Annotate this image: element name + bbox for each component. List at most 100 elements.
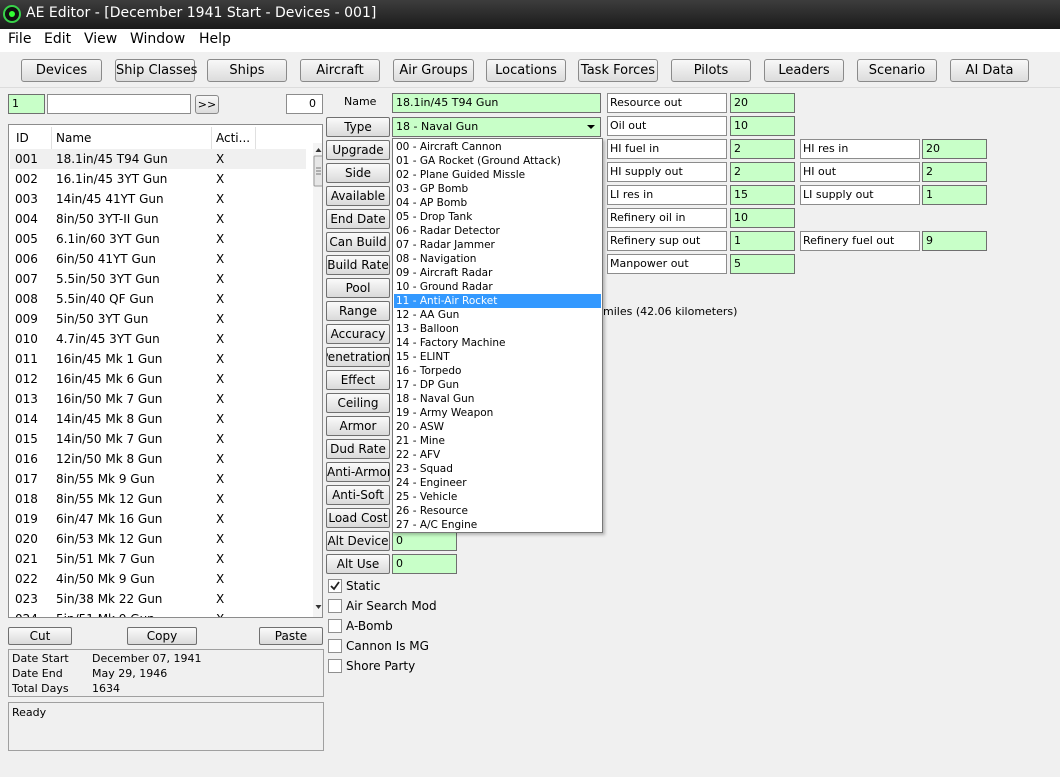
table-row[interactable]: 020 6in/53 Mk 12 Gun X bbox=[10, 529, 306, 549]
side-button[interactable]: Side bbox=[326, 163, 390, 183]
anti-armor-button[interactable]: Anti-Armor bbox=[326, 462, 390, 482]
load-cost-button[interactable]: Load Cost bbox=[326, 508, 390, 528]
ships-button[interactable]: Ships bbox=[207, 59, 287, 82]
air-groups-button[interactable]: Air Groups bbox=[393, 59, 474, 82]
alt-use-button[interactable]: Alt Use bbox=[326, 554, 390, 574]
li-res-in-field[interactable]: 15 bbox=[730, 185, 795, 205]
device-name-field[interactable]: 18.1in/45 T94 Gun bbox=[392, 93, 601, 113]
li-supply-out-field[interactable]: 1 bbox=[922, 185, 987, 205]
dropdown-option[interactable]: 19 - Army Weapon bbox=[394, 406, 601, 420]
resource-out-field[interactable]: 20 bbox=[730, 93, 795, 113]
device-list[interactable]: ID Name Acti... 001 18.1in/45 T94 Gun X 002… bbox=[8, 124, 323, 618]
menu-file[interactable]: File bbox=[8, 31, 31, 47]
penetration-button[interactable]: Penetration bbox=[326, 347, 390, 367]
dropdown-option[interactable]: 14 - Factory Machine bbox=[394, 336, 601, 350]
dropdown-option[interactable]: 01 - GA Rocket (Ground Attack) bbox=[394, 154, 601, 168]
cannon-is-mg-label[interactable]: Cannon Is MG bbox=[346, 639, 429, 653]
dropdown-option[interactable]: 20 - ASW bbox=[394, 420, 601, 434]
type-dropdown-list[interactable]: 00 - Aircraft Cannon 01 - GA Rocket (Grou… bbox=[392, 138, 603, 533]
table-row[interactable]: 013 16in/50 Mk 7 Gun X bbox=[10, 389, 306, 409]
pool-button[interactable]: Pool bbox=[326, 278, 390, 298]
table-row[interactable]: 017 8in/55 Mk 9 Gun X bbox=[10, 469, 306, 489]
task-forces-button[interactable]: Task Forces bbox=[578, 59, 658, 82]
devices-button[interactable]: Devices bbox=[21, 59, 102, 82]
upgrade-button[interactable]: Upgrade bbox=[326, 140, 390, 160]
alt-device-field[interactable]: 0 bbox=[392, 531, 457, 551]
ai-data-button[interactable]: AI Data bbox=[950, 59, 1029, 82]
table-row[interactable]: 024 5in/51 Mk 9 Gun X bbox=[10, 609, 306, 617]
dropdown-option[interactable]: 08 - Navigation bbox=[394, 252, 601, 266]
table-row[interactable]: 023 5in/38 Mk 22 Gun X bbox=[10, 589, 306, 609]
table-row[interactable]: 004 8in/50 3YT-II Gun X bbox=[10, 209, 306, 229]
effect-button[interactable]: Effect bbox=[326, 370, 390, 390]
column-header-active[interactable]: Acti... bbox=[212, 127, 256, 149]
dud-rate-button[interactable]: Dud Rate bbox=[326, 439, 390, 459]
shore-party-checkbox[interactable] bbox=[328, 659, 342, 673]
cannon-is-mg-checkbox[interactable] bbox=[328, 639, 342, 653]
dropdown-option[interactable]: 04 - AP Bomb bbox=[394, 196, 601, 210]
type-button[interactable]: Type bbox=[326, 117, 390, 137]
dropdown-option[interactable]: 11 - Anti-Air Rocket bbox=[394, 294, 601, 308]
dropdown-option[interactable]: 26 - Resource bbox=[394, 504, 601, 518]
search-go-button[interactable]: >> bbox=[195, 95, 219, 114]
dropdown-option[interactable]: 10 - Ground Radar bbox=[394, 280, 601, 294]
paste-button[interactable]: Paste bbox=[259, 627, 323, 645]
table-row[interactable]: 018 8in/55 Mk 12 Gun X bbox=[10, 489, 306, 509]
dropdown-option[interactable]: 21 - Mine bbox=[394, 434, 601, 448]
dropdown-option[interactable]: 13 - Balloon bbox=[394, 322, 601, 336]
column-header-name[interactable]: Name bbox=[52, 127, 212, 149]
table-row[interactable]: 010 4.7in/45 3YT Gun X bbox=[10, 329, 306, 349]
oil-out-field[interactable]: 10 bbox=[730, 116, 795, 136]
table-row[interactable]: 012 16in/45 Mk 6 Gun X bbox=[10, 369, 306, 389]
refinery-fuel-out-field[interactable]: 9 bbox=[922, 231, 987, 251]
table-row[interactable]: 001 18.1in/45 T94 Gun X bbox=[10, 149, 306, 169]
dropdown-option[interactable]: 02 - Plane Guided Missle bbox=[394, 168, 601, 182]
available-button[interactable]: Available bbox=[326, 186, 390, 206]
air-search-mod-label[interactable]: Air Search Mod bbox=[346, 599, 437, 613]
scenario-button[interactable]: Scenario bbox=[857, 59, 937, 82]
dropdown-option[interactable]: 15 - ELINT bbox=[394, 350, 601, 364]
pilots-button[interactable]: Pilots bbox=[671, 59, 751, 82]
table-row[interactable]: 005 6.1in/60 3YT Gun X bbox=[10, 229, 306, 249]
dropdown-option[interactable]: 27 - A/C Engine bbox=[394, 518, 601, 532]
dropdown-option[interactable]: 23 - Squad bbox=[394, 462, 601, 476]
dropdown-option[interactable]: 07 - Radar Jammer bbox=[394, 238, 601, 252]
hi-fuel-in-field[interactable]: 2 bbox=[730, 139, 795, 159]
hi-res-in-field[interactable]: 20 bbox=[922, 139, 987, 159]
dropdown-option[interactable]: 00 - Aircraft Cannon bbox=[394, 140, 601, 154]
anti-soft-button[interactable]: Anti-Soft bbox=[326, 485, 390, 505]
table-row[interactable]: 006 6in/50 41YT Gun X bbox=[10, 249, 306, 269]
a-bomb-checkbox[interactable] bbox=[328, 619, 342, 633]
alt-use-field[interactable]: 0 bbox=[392, 554, 457, 574]
menu-view[interactable]: View bbox=[84, 31, 117, 47]
table-row[interactable]: 019 6in/47 Mk 16 Gun X bbox=[10, 509, 306, 529]
id-search-field[interactable]: 1 bbox=[8, 94, 45, 114]
range-button[interactable]: Range bbox=[326, 301, 390, 321]
dropdown-option[interactable]: 12 - AA Gun bbox=[394, 308, 601, 322]
name-search-field[interactable] bbox=[47, 94, 191, 114]
menu-window[interactable]: Window bbox=[130, 31, 185, 47]
scrollbar-track[interactable] bbox=[313, 143, 323, 618]
table-row[interactable]: 002 16.1in/45 3YT Gun X bbox=[10, 169, 306, 189]
table-row[interactable]: 014 14in/45 Mk 8 Gun X bbox=[10, 409, 306, 429]
chevron-down-icon[interactable] bbox=[586, 118, 596, 136]
static-label[interactable]: Static bbox=[346, 579, 380, 593]
dropdown-option[interactable]: 09 - Aircraft Radar bbox=[394, 266, 601, 280]
cut-button[interactable]: Cut bbox=[8, 627, 72, 645]
menu-edit[interactable]: Edit bbox=[44, 31, 71, 47]
static-checkbox[interactable] bbox=[328, 579, 342, 593]
accuracy-button[interactable]: Accuracy bbox=[326, 324, 390, 344]
build-rate-button[interactable]: Build Rate bbox=[326, 255, 390, 275]
can-build-button[interactable]: Can Build bbox=[326, 232, 390, 252]
ceiling-button[interactable]: Ceiling bbox=[326, 393, 390, 413]
hi-out-field[interactable]: 2 bbox=[922, 162, 987, 182]
leaders-button[interactable]: Leaders bbox=[764, 59, 844, 82]
air-search-mod-checkbox[interactable] bbox=[328, 599, 342, 613]
shore-party-label[interactable]: Shore Party bbox=[346, 659, 415, 673]
manpower-out-field[interactable]: 5 bbox=[730, 254, 795, 274]
table-row[interactable]: 021 5in/51 Mk 7 Gun X bbox=[10, 549, 306, 569]
table-row[interactable]: 015 14in/50 Mk 7 Gun X bbox=[10, 429, 306, 449]
table-row[interactable]: 007 5.5in/50 3YT Gun X bbox=[10, 269, 306, 289]
dropdown-option[interactable]: 22 - AFV bbox=[394, 448, 601, 462]
table-row[interactable]: 009 5in/50 3YT Gun X bbox=[10, 309, 306, 329]
